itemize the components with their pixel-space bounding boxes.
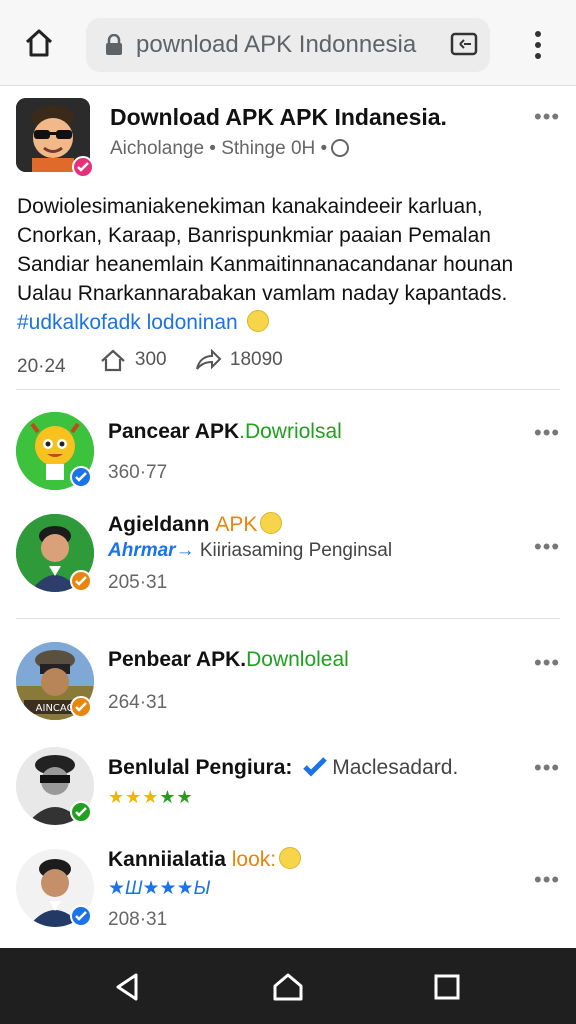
item-link-line: Ahrmar→ Kiiriasaming Penginsal xyxy=(108,540,392,562)
rating-stars: ★Ш★★★Ы xyxy=(108,878,211,899)
item-link[interactable]: Ahrmar→ xyxy=(108,540,195,561)
item-title: Penbear APK.Downloleal xyxy=(108,648,349,672)
item-name-accent: look: xyxy=(231,848,277,871)
overflow-menu-icon[interactable] xyxy=(524,28,552,62)
item-name-text: Penbear APK. xyxy=(108,648,247,671)
item-count: 205·31 xyxy=(108,572,168,593)
shares-count[interactable]: 300 xyxy=(99,348,167,372)
post-meta-text: Aicholange • Sthinge 0H • xyxy=(110,138,328,159)
more-options-icon[interactable]: ••• xyxy=(534,652,560,674)
post-meta: Aicholange • Sthinge 0H • xyxy=(110,138,350,160)
system-nav-bar xyxy=(0,948,576,1024)
list-item[interactable]: AINCAG Penbear APK.Downloleal 264·31 ••• xyxy=(0,640,576,730)
item-name-text: Kanniialatia xyxy=(108,848,226,871)
item-count: 360·77 xyxy=(108,462,168,483)
item-count: 264·31 xyxy=(108,692,168,713)
item-title: Kanniialatia look: xyxy=(108,847,302,872)
post-stats: 20·24 300 18090 xyxy=(17,348,305,378)
url-text: pownload APK Indonnesia xyxy=(136,31,417,58)
item-name-accent: Downloleal xyxy=(246,648,349,671)
home-share-icon xyxy=(101,349,125,372)
smile-emoji-icon xyxy=(279,847,302,869)
browser-toolbar: pownload APK Indonnesia xyxy=(0,0,576,86)
verified-badge xyxy=(70,466,92,488)
post-body-text: Dowiolesimaniakenekiman kanakaindeeir ka… xyxy=(17,195,514,305)
recents-icon[interactable] xyxy=(430,970,464,1004)
list-item[interactable]: Kanniialatia look: ★Ш★★★Ы 208·31 ••• xyxy=(0,845,576,940)
address-bar[interactable]: pownload APK Indonnesia xyxy=(86,18,490,72)
svg-text:AINCAG: AINCAG xyxy=(36,703,75,714)
more-options-icon[interactable]: ••• xyxy=(534,106,560,128)
list-item[interactable]: Agieldann APK Ahrmar→ Kiiriasaming Pengi… xyxy=(0,510,576,610)
home-icon[interactable] xyxy=(22,26,56,60)
lock-icon xyxy=(104,33,124,56)
item-name-accent: Maclesadard. xyxy=(332,756,459,779)
forwards-count[interactable]: 18090 xyxy=(194,348,283,372)
list-item[interactable]: Benlulal Pengiura: Maclesadard. ★★★★★ ••… xyxy=(0,745,576,835)
item-name-accent: APK xyxy=(215,513,258,536)
item-title: Agieldann APK xyxy=(108,512,283,537)
home-nav-icon[interactable] xyxy=(271,970,305,1004)
more-options-icon[interactable]: ••• xyxy=(534,869,560,891)
smile-emoji-icon xyxy=(246,310,269,332)
item-name-accent: .Dowriolsal xyxy=(239,420,342,443)
verified-badge xyxy=(70,570,92,592)
forward-icon xyxy=(195,348,222,370)
globe-icon xyxy=(331,139,350,157)
divider xyxy=(16,618,560,619)
more-options-icon[interactable]: ••• xyxy=(534,536,560,558)
rating-stars: ★★★★★ xyxy=(108,787,194,808)
item-name-text: Benlulal Pengiura: xyxy=(108,756,293,779)
likes-count-text: 20·24 xyxy=(17,356,66,377)
back-icon[interactable] xyxy=(110,970,144,1004)
likes-count[interactable]: 20·24 xyxy=(17,356,66,378)
stars-green: ★★ xyxy=(159,787,194,807)
item-name-text: Agieldann xyxy=(108,513,210,536)
item-name-text: Pancear APK xyxy=(108,420,240,443)
more-options-icon[interactable]: ••• xyxy=(534,757,560,779)
item-title: Benlulal Pengiura: Maclesadard. xyxy=(108,755,458,780)
more-options-icon[interactable]: ••• xyxy=(534,422,560,444)
verified-badge xyxy=(72,156,94,178)
forwards-count-text: 18090 xyxy=(229,349,283,370)
item-link-rest: Kiiriasaming Penginsal xyxy=(199,540,393,561)
divider xyxy=(16,389,560,390)
post-hashtag[interactable]: #udkalkofadk lodoninan xyxy=(17,311,238,334)
verified-badge xyxy=(70,696,92,718)
shares-count-text: 300 xyxy=(134,349,167,370)
post-card: Download APK APK Indanesia. Aicholange •… xyxy=(0,86,576,390)
list-item[interactable]: Pancear APK.Dowriolsal 360·77 ••• xyxy=(0,410,576,500)
tabs-icon[interactable] xyxy=(450,31,478,57)
check-icon xyxy=(303,757,327,777)
item-count: 208·31 xyxy=(108,909,168,930)
item-title: Pancear APK.Dowriolsal xyxy=(108,420,342,444)
stars-yellow: ★★★ xyxy=(108,787,160,807)
verified-badge xyxy=(70,905,92,927)
post-title[interactable]: Download APK APK Indanesia. xyxy=(110,104,447,131)
smile-emoji-icon xyxy=(260,512,283,534)
post-body: Dowiolesimaniakenekiman kanakaindeeir ka… xyxy=(17,192,557,337)
verified-badge xyxy=(70,801,92,823)
